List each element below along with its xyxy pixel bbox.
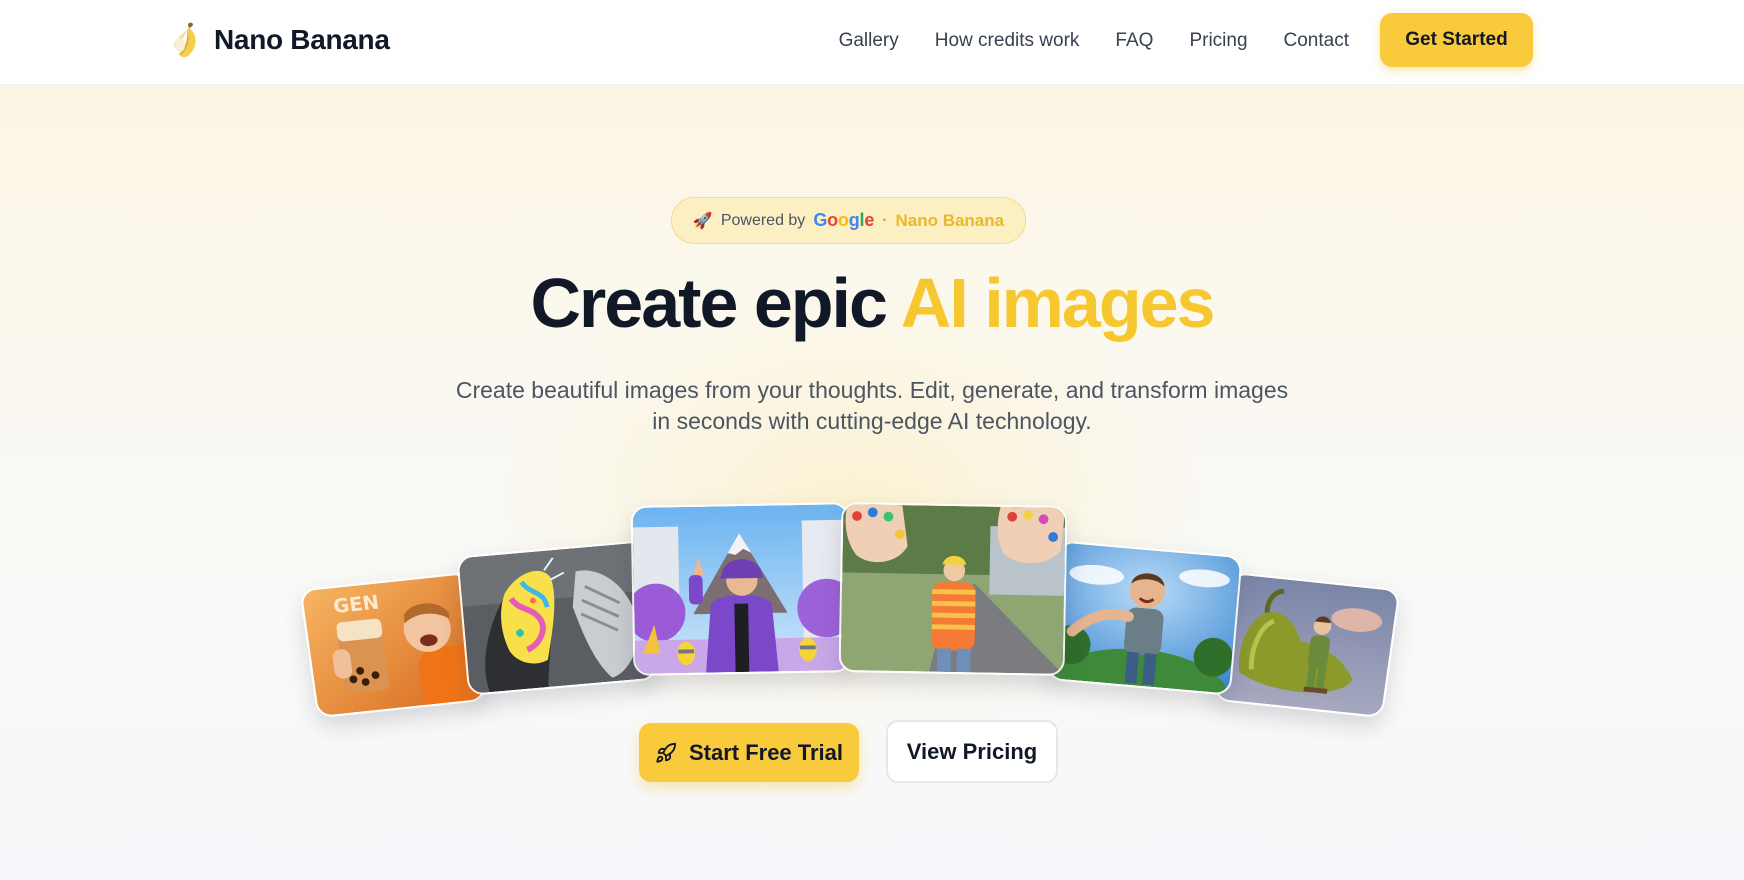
gallery-image-fisheye-selfie[interactable] bbox=[1046, 540, 1243, 696]
hero-subtitle: Create beautiful images from your though… bbox=[455, 377, 1289, 434]
gallery-image-giant-pepper[interactable] bbox=[1213, 571, 1401, 719]
nav-link-faq[interactable]: FAQ bbox=[1115, 30, 1153, 52]
bubble-tea-overlay-text: GEN bbox=[332, 591, 381, 618]
site-header: Nano Banana Gallery How credits work FAQ… bbox=[0, 0, 1744, 85]
brand-logo-link[interactable]: Nano Banana bbox=[168, 18, 390, 62]
view-pricing-button[interactable]: View Pricing bbox=[886, 720, 1058, 783]
rocket-icon bbox=[656, 742, 677, 763]
headline-accent-text: AI images bbox=[900, 264, 1216, 342]
gallery-image-painted-sneakers[interactable] bbox=[456, 539, 658, 697]
badge-product-name: Nano Banana bbox=[895, 210, 1005, 230]
nav-link-pricing[interactable]: Pricing bbox=[1189, 30, 1247, 52]
google-logo-text: Google bbox=[813, 210, 874, 231]
badge-separator: · bbox=[882, 211, 888, 229]
rocket-icon: 🚀 bbox=[692, 212, 713, 230]
google-letter: g bbox=[848, 210, 860, 230]
get-started-button[interactable]: Get Started bbox=[1380, 13, 1533, 67]
google-letter: o bbox=[827, 210, 838, 230]
gallery-image-painted-hands[interactable] bbox=[838, 502, 1068, 676]
hero-headline: Create epic AI images bbox=[0, 258, 1744, 348]
google-letter: o bbox=[837, 210, 849, 230]
gallery-image-purple-jacket-street[interactable] bbox=[630, 502, 852, 676]
banana-icon bbox=[173, 22, 196, 58]
main-nav: Gallery How credits work FAQ Pricing Con… bbox=[839, 27, 1349, 55]
nav-link-gallery[interactable]: Gallery bbox=[839, 30, 899, 52]
nav-link-contact[interactable]: Contact bbox=[1284, 30, 1349, 52]
nav-link-how-credits-work[interactable]: How credits work bbox=[935, 30, 1080, 52]
start-free-trial-label: Start Free Trial bbox=[688, 739, 844, 765]
headline-dark-text: Create epic bbox=[530, 264, 888, 342]
landing-page: Nano Banana Gallery How credits work FAQ… bbox=[0, 0, 1744, 880]
start-free-trial-button[interactable]: Start Free Trial bbox=[639, 723, 859, 782]
powered-by-badge: 🚀 Powered by Google · Nano Banana bbox=[671, 197, 1026, 244]
google-letter: G bbox=[813, 210, 828, 230]
google-letter: e bbox=[864, 210, 875, 230]
badge-prefix: Powered by bbox=[720, 211, 806, 229]
brand-name: Nano Banana bbox=[214, 24, 390, 55]
